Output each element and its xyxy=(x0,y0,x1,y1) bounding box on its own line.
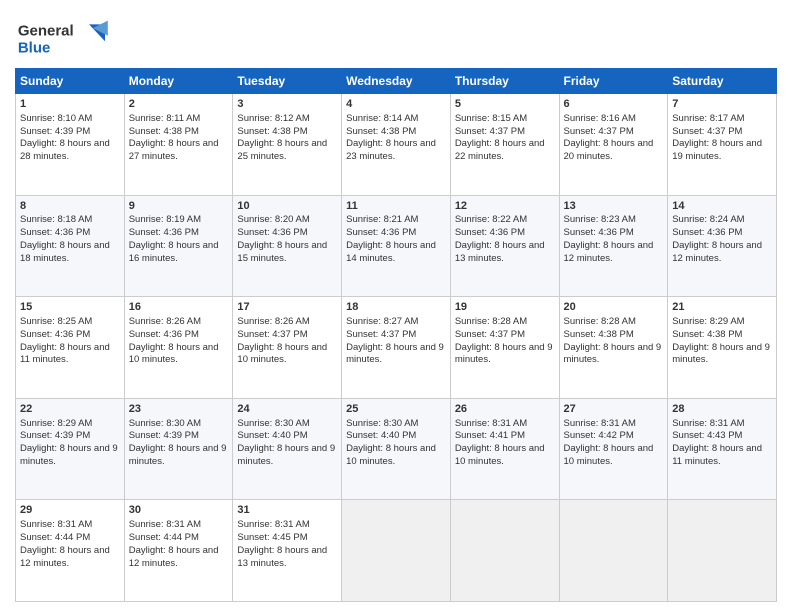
table-row: 12 Sunrise: 8:22 AM Sunset: 4:36 PM Dayl… xyxy=(450,195,559,297)
table-row: 17 Sunrise: 8:26 AM Sunset: 4:37 PM Dayl… xyxy=(233,297,342,399)
table-row: 9 Sunrise: 8:19 AM Sunset: 4:36 PM Dayli… xyxy=(124,195,233,297)
table-row: 31 Sunrise: 8:31 AM Sunset: 4:45 PM Dayl… xyxy=(233,500,342,602)
header-wednesday: Wednesday xyxy=(342,69,451,94)
table-row: 16 Sunrise: 8:26 AM Sunset: 4:36 PM Dayl… xyxy=(124,297,233,399)
table-row: 4 Sunrise: 8:14 AM Sunset: 4:38 PM Dayli… xyxy=(342,94,451,196)
svg-text:Blue: Blue xyxy=(18,40,51,57)
table-row: 23 Sunrise: 8:30 AM Sunset: 4:39 PM Dayl… xyxy=(124,398,233,500)
empty-cell xyxy=(668,500,777,602)
table-row: 3 Sunrise: 8:12 AM Sunset: 4:38 PM Dayli… xyxy=(233,94,342,196)
table-row: 27 Sunrise: 8:31 AM Sunset: 4:42 PM Dayl… xyxy=(559,398,668,500)
table-row: 25 Sunrise: 8:30 AM Sunset: 4:40 PM Dayl… xyxy=(342,398,451,500)
table-row: 19 Sunrise: 8:28 AM Sunset: 4:37 PM Dayl… xyxy=(450,297,559,399)
header-tuesday: Tuesday xyxy=(233,69,342,94)
table-row: 2 Sunrise: 8:11 AM Sunset: 4:38 PM Dayli… xyxy=(124,94,233,196)
header-monday: Monday xyxy=(124,69,233,94)
header-thursday: Thursday xyxy=(450,69,559,94)
calendar-table: Sunday Monday Tuesday Wednesday Thursday… xyxy=(15,68,777,602)
empty-cell xyxy=(342,500,451,602)
table-row: 11 Sunrise: 8:21 AM Sunset: 4:36 PM Dayl… xyxy=(342,195,451,297)
table-row: 1 Sunrise: 8:10 AM Sunset: 4:39 PM Dayli… xyxy=(16,94,125,196)
calendar-week-5: 29 Sunrise: 8:31 AM Sunset: 4:44 PM Dayl… xyxy=(16,500,777,602)
table-row: 21 Sunrise: 8:29 AM Sunset: 4:38 PM Dayl… xyxy=(668,297,777,399)
table-row: 8 Sunrise: 8:18 AM Sunset: 4:36 PM Dayli… xyxy=(16,195,125,297)
table-row: 5 Sunrise: 8:15 AM Sunset: 4:37 PM Dayli… xyxy=(450,94,559,196)
table-row: 18 Sunrise: 8:27 AM Sunset: 4:37 PM Dayl… xyxy=(342,297,451,399)
generalblue-logo: General Blue xyxy=(15,15,120,60)
header-friday: Friday xyxy=(559,69,668,94)
calendar-week-1: 1 Sunrise: 8:10 AM Sunset: 4:39 PM Dayli… xyxy=(16,94,777,196)
table-row: 7 Sunrise: 8:17 AM Sunset: 4:37 PM Dayli… xyxy=(668,94,777,196)
empty-cell xyxy=(559,500,668,602)
table-row: 24 Sunrise: 8:30 AM Sunset: 4:40 PM Dayl… xyxy=(233,398,342,500)
calendar-header-row: Sunday Monday Tuesday Wednesday Thursday… xyxy=(16,69,777,94)
table-row: 26 Sunrise: 8:31 AM Sunset: 4:41 PM Dayl… xyxy=(450,398,559,500)
calendar-week-3: 15 Sunrise: 8:25 AM Sunset: 4:36 PM Dayl… xyxy=(16,297,777,399)
page: General Blue Sunday Monday Tuesday Wedne… xyxy=(0,0,792,612)
empty-cell xyxy=(450,500,559,602)
table-row: 30 Sunrise: 8:31 AM Sunset: 4:44 PM Dayl… xyxy=(124,500,233,602)
table-row: 28 Sunrise: 8:31 AM Sunset: 4:43 PM Dayl… xyxy=(668,398,777,500)
table-row: 13 Sunrise: 8:23 AM Sunset: 4:36 PM Dayl… xyxy=(559,195,668,297)
table-row: 10 Sunrise: 8:20 AM Sunset: 4:36 PM Dayl… xyxy=(233,195,342,297)
table-row: 15 Sunrise: 8:25 AM Sunset: 4:36 PM Dayl… xyxy=(16,297,125,399)
header: General Blue xyxy=(15,15,777,60)
table-row: 20 Sunrise: 8:28 AM Sunset: 4:38 PM Dayl… xyxy=(559,297,668,399)
calendar-week-4: 22 Sunrise: 8:29 AM Sunset: 4:39 PM Dayl… xyxy=(16,398,777,500)
calendar-week-2: 8 Sunrise: 8:18 AM Sunset: 4:36 PM Dayli… xyxy=(16,195,777,297)
table-row: 6 Sunrise: 8:16 AM Sunset: 4:37 PM Dayli… xyxy=(559,94,668,196)
table-row: 22 Sunrise: 8:29 AM Sunset: 4:39 PM Dayl… xyxy=(16,398,125,500)
svg-text:General: General xyxy=(18,23,74,40)
logo: General Blue xyxy=(15,15,120,60)
header-saturday: Saturday xyxy=(668,69,777,94)
table-row: 29 Sunrise: 8:31 AM Sunset: 4:44 PM Dayl… xyxy=(16,500,125,602)
table-row: 14 Sunrise: 8:24 AM Sunset: 4:36 PM Dayl… xyxy=(668,195,777,297)
header-sunday: Sunday xyxy=(16,69,125,94)
